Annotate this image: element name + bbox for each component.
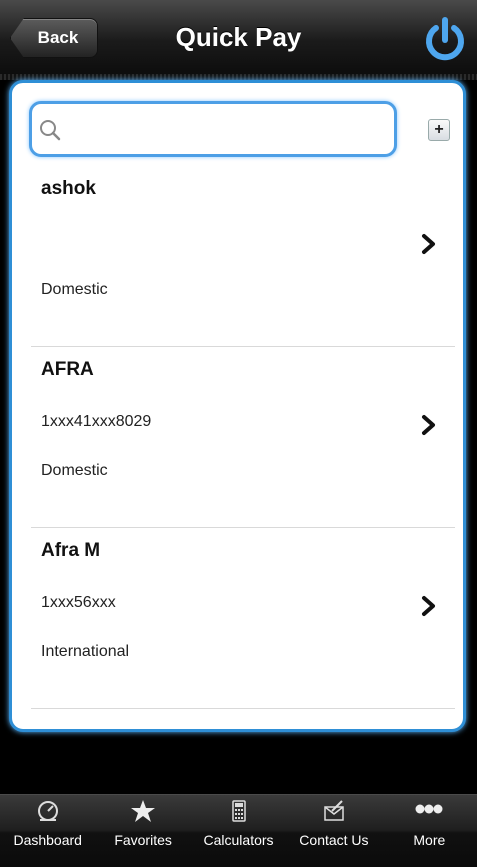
tab-label: Contact Us [299,832,369,848]
tab-favorites[interactable]: Favorites [95,795,190,867]
tab-label: Dashboard [13,832,82,848]
search-icon [40,120,61,141]
tab-dashboard[interactable]: Dashboard [0,795,95,867]
star-icon [131,800,156,822]
power-button[interactable] [421,16,469,64]
payee-row-afra[interactable]: AFRA 1xxx41xxx8029 Domestic [12,347,463,528]
chevron-right-icon [422,415,435,435]
payee-list-card: + ashok Domestic AFRA 1xxx41xxx8029 Dome… [9,80,466,732]
tab-calculators[interactable]: Calculators [191,795,286,867]
search-field[interactable] [29,101,397,157]
payee-name: AFRA [41,359,94,380]
payee-type: Domestic [41,281,108,298]
contact-icon [324,800,344,821]
tab-label: More [413,832,446,848]
row-divider [31,708,455,709]
payee-row-ashok[interactable]: ashok Domestic [12,166,463,347]
dashboard-icon [37,801,58,821]
power-icon [426,17,464,61]
payee-account: 1xxx41xxx8029 [41,413,152,430]
navigation-bar: Back Quick Pay [0,0,477,80]
payee-name: Afra M [41,540,101,561]
calculator-icon [231,800,246,822]
app-screen: Back Quick Pay + ashok Domestic AFRA 1xx… [0,0,477,867]
tab-contact-us[interactable]: Contact Us [286,795,381,867]
payee-type: International [41,643,130,660]
page-title: Quick Pay [175,22,302,52]
payee-row-afra-m[interactable]: Afra M 1xxx56xxx International [12,528,463,709]
more-icon [415,804,443,814]
search-input[interactable] [66,114,390,146]
payee-account: 1xxx56xxx [41,594,116,611]
chevron-right-icon [422,596,435,616]
tab-label: Favorites [114,832,172,848]
payee-name: ashok [41,178,96,199]
tab-bar: Dashboard Favorites Calculators Contact … [0,794,477,867]
tab-more[interactable]: More [382,795,477,867]
chevron-right-icon [422,234,435,254]
add-payee-button[interactable]: + [428,119,450,141]
payee-type: Domestic [41,462,108,479]
tab-label: Calculators [203,832,274,848]
